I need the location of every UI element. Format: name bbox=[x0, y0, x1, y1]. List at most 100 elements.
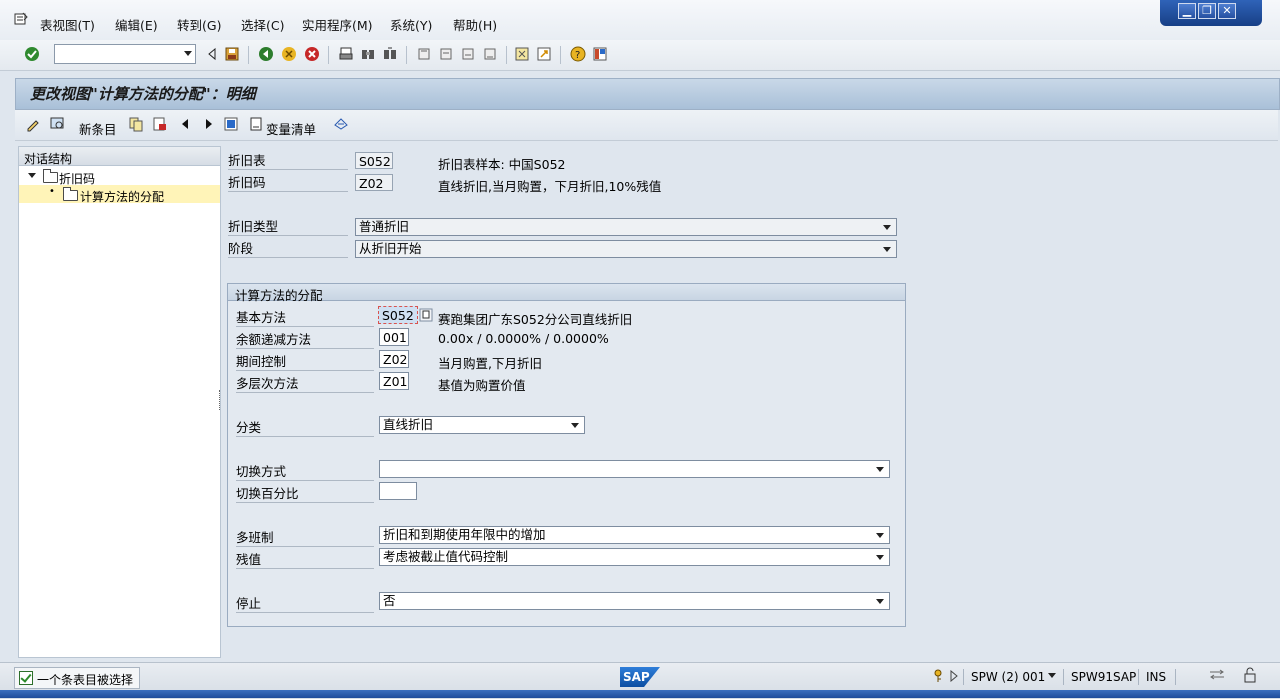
status-separator bbox=[1138, 669, 1139, 685]
menu-system[interactable]: 系统(Y) bbox=[390, 15, 432, 34]
toolbar-separator bbox=[328, 46, 329, 64]
dep-key-field[interactable]: Z02 bbox=[355, 174, 393, 191]
residual-label: 残值 bbox=[236, 551, 374, 569]
residual-dropdown[interactable]: 考虑被截止值代码控制 bbox=[379, 548, 890, 566]
stop-dropdown[interactable]: 否 bbox=[379, 592, 890, 610]
status-message: 一个条表目被选择 bbox=[37, 673, 134, 687]
minimize-icon[interactable]: ▁ bbox=[1178, 3, 1196, 19]
status-separator bbox=[1175, 669, 1176, 685]
open-folder-icon bbox=[63, 187, 78, 201]
display-change-icon[interactable] bbox=[25, 116, 41, 132]
shortcut-icon[interactable] bbox=[536, 46, 552, 62]
window-controls: ▁ ❐ ✕ bbox=[1160, 0, 1262, 26]
print-icon[interactable] bbox=[338, 46, 354, 62]
toolbar-separator bbox=[248, 46, 249, 64]
multilevel-input[interactable]: Z01 bbox=[379, 372, 409, 390]
multi-shift-dropdown[interactable]: 折旧和到期使用年限中的增加 bbox=[379, 526, 890, 544]
multilevel-desc: 基值为购置价值 bbox=[438, 378, 526, 393]
close-icon[interactable]: ✕ bbox=[1218, 3, 1236, 19]
base-method-input[interactable]: S052 bbox=[378, 306, 418, 324]
dep-chart-field[interactable]: S052 bbox=[355, 152, 393, 169]
menu-edit[interactable]: 编辑(E) bbox=[115, 15, 158, 34]
dialog-structure-title: 对话结构 bbox=[24, 152, 73, 166]
command-dropdown-icon[interactable] bbox=[184, 51, 192, 56]
menu-window-icon[interactable] bbox=[14, 12, 28, 26]
command-field[interactable] bbox=[54, 44, 196, 64]
print-list-icon[interactable] bbox=[248, 116, 264, 132]
multi-shift-label: 多班制 bbox=[236, 529, 374, 547]
status-separator bbox=[1063, 669, 1064, 685]
display-icon[interactable] bbox=[49, 116, 65, 132]
back-green-icon[interactable] bbox=[258, 46, 274, 62]
chevron-down-icon[interactable] bbox=[876, 533, 884, 538]
multi-shift-value: 折旧和到期使用年限中的增加 bbox=[383, 527, 546, 542]
cancel-red-icon[interactable] bbox=[304, 46, 320, 62]
declining-method-input[interactable]: 001 bbox=[379, 328, 409, 346]
dep-type-dropdown[interactable]: 普通折旧 bbox=[355, 218, 897, 236]
find-next-icon[interactable] bbox=[382, 46, 398, 62]
base-method-desc: 赛跑集团广东S052分公司直线折旧 bbox=[438, 312, 633, 327]
status-separator bbox=[963, 669, 964, 685]
last-page-icon[interactable] bbox=[482, 46, 498, 62]
key-icon[interactable] bbox=[932, 669, 944, 683]
switch-method-dropdown[interactable] bbox=[379, 460, 890, 478]
chevron-down-icon[interactable] bbox=[876, 467, 884, 472]
next-page-icon[interactable] bbox=[460, 46, 476, 62]
dialog-structure-panel: 对话结构 折旧码 • 计算方法的分配 bbox=[18, 146, 221, 658]
help-icon[interactable]: ? bbox=[570, 46, 586, 62]
new-entries-button[interactable]: 新条目 bbox=[79, 119, 117, 138]
chevron-down-icon[interactable] bbox=[876, 555, 884, 560]
change-list-button[interactable]: 变量清单 bbox=[266, 119, 316, 138]
menu-utilities[interactable]: 实用程序(M) bbox=[302, 15, 373, 34]
tree-node-depreciation-key[interactable]: 折旧码 bbox=[19, 167, 220, 186]
calc-method-group: 计算方法的分配 基本方法 S052 赛跑集团广东S052分公司直线折旧 余额递减… bbox=[227, 283, 906, 627]
toolbar-separator bbox=[406, 46, 407, 64]
exit-yellow-icon[interactable] bbox=[281, 46, 297, 62]
switch-pct-label: 切换百分比 bbox=[236, 485, 374, 503]
first-page-icon[interactable] bbox=[416, 46, 432, 62]
menu-goto[interactable]: 转到(G) bbox=[177, 15, 221, 34]
menu-table-view[interactable]: 表视图(T) bbox=[40, 15, 95, 34]
transport-icon[interactable] bbox=[333, 116, 349, 132]
chevron-down-icon[interactable] bbox=[571, 423, 579, 428]
back-triangle-icon[interactable] bbox=[204, 46, 220, 62]
select-all-icon[interactable] bbox=[223, 116, 239, 132]
delete-icon[interactable] bbox=[152, 116, 168, 132]
chevron-down-icon[interactable] bbox=[883, 225, 891, 230]
chevron-down-icon[interactable] bbox=[876, 599, 884, 604]
success-check-icon bbox=[19, 671, 33, 685]
status-expand-icon[interactable] bbox=[949, 670, 959, 682]
copy-as-icon[interactable] bbox=[128, 116, 144, 132]
status-message-box[interactable]: 一个条表目被选择 bbox=[14, 667, 140, 689]
create-session-icon[interactable] bbox=[514, 46, 530, 62]
restore-icon[interactable]: ❐ bbox=[1198, 3, 1216, 19]
menu-help[interactable]: 帮助(H) bbox=[453, 15, 497, 34]
find-icon[interactable] bbox=[360, 46, 376, 62]
next-entry-icon[interactable] bbox=[201, 116, 217, 132]
switch-method-label: 切换方式 bbox=[236, 463, 374, 481]
class-dropdown[interactable]: 直线折旧 bbox=[379, 416, 585, 434]
value-help-icon[interactable] bbox=[419, 308, 433, 322]
dep-chart-label: 折旧表 bbox=[228, 152, 348, 170]
connection-icon[interactable] bbox=[1208, 668, 1226, 682]
lock-icon[interactable] bbox=[1242, 667, 1258, 683]
group-title-bar: 计算方法的分配 bbox=[228, 284, 905, 303]
screen-title-bar: 更改视图"计算方法的分配"：明细 bbox=[15, 78, 1280, 110]
customize-layout-icon[interactable] bbox=[592, 46, 608, 62]
group-title: 计算方法的分配 bbox=[235, 288, 323, 303]
tree-node-calc-method-assignment[interactable]: • 计算方法的分配 bbox=[19, 185, 220, 204]
expand-triangle-icon[interactable] bbox=[28, 173, 36, 178]
previous-entry-icon[interactable] bbox=[177, 116, 193, 132]
switch-pct-input[interactable] bbox=[379, 482, 417, 500]
tree-bullet-icon: • bbox=[49, 186, 55, 197]
phase-dropdown[interactable]: 从折旧开始 bbox=[355, 240, 897, 258]
period-control-input[interactable]: Z02 bbox=[379, 350, 409, 368]
save-icon[interactable] bbox=[224, 46, 240, 62]
system-dropdown-icon[interactable] bbox=[1048, 673, 1056, 678]
previous-page-icon[interactable] bbox=[438, 46, 454, 62]
enter-check-icon[interactable] bbox=[24, 46, 40, 62]
declining-method-desc: 0.00x / 0.0000% / 0.0000% bbox=[438, 331, 609, 346]
menu-selection[interactable]: 选择(C) bbox=[241, 15, 284, 34]
chevron-down-icon[interactable] bbox=[883, 247, 891, 252]
dep-type-label: 折旧类型 bbox=[228, 218, 348, 236]
